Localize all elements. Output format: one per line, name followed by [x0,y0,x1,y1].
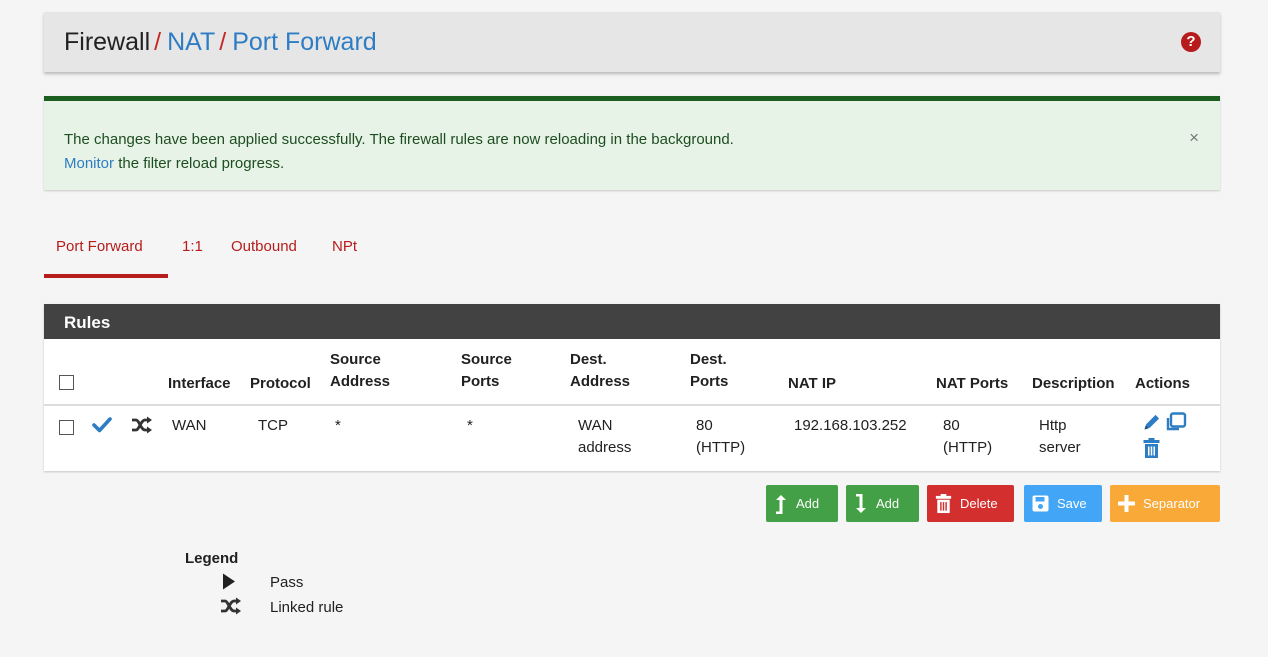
add-top-button[interactable]: Add [766,485,838,522]
col-actions: Actions [1135,375,1191,392]
col-source-address-line2: Address [330,373,391,390]
legend-pass-label: Pass [270,574,304,591]
play-icon [223,573,235,590]
help-icon[interactable]: ? [1181,32,1201,52]
save-button[interactable]: Save [1024,485,1102,522]
cell-description: Http server [1039,415,1081,459]
cell-description-line2: server [1039,439,1081,456]
table-header-divider [44,404,1220,406]
delete-button[interactable]: Delete [927,485,1014,522]
plus-icon [1118,495,1135,512]
col-source-ports: Source Ports [461,349,512,393]
cell-source-address: * [335,417,341,434]
tab-npt[interactable]: NPt [332,238,357,255]
cell-nat-ports-line1: 80 [943,417,960,434]
shuffle-icon [132,416,152,434]
tab-port-forward[interactable]: Port Forward [56,238,143,255]
trash-icon[interactable] [1143,438,1160,459]
row-select-checkbox[interactable] [59,420,74,435]
save-label: Save [1057,496,1087,511]
add-bottom-label: Add [876,496,900,511]
checkmark-icon[interactable] [92,416,112,434]
col-interface: Interface [168,375,231,392]
alert-message: The changes have been applied successful… [64,128,734,176]
shuffle-icon [221,597,241,615]
alert-line-2-text: the filter reload progress. [114,155,285,172]
cell-nat-ip: 192.168.103.252 [794,417,907,434]
col-dest-ports: Dest. Ports [690,349,728,393]
cell-nat-ports: 80 (HTTP) [943,415,992,459]
tab-outbound[interactable]: Outbound [231,238,297,255]
legend-title: Legend [185,550,239,567]
col-nat-ip: NAT IP [788,375,837,392]
col-dest-address-line2: Address [570,373,631,390]
select-all-checkbox[interactable] [59,375,74,390]
delete-label: Delete [960,496,998,511]
trash-icon [935,493,952,513]
copy-icon[interactable] [1165,412,1187,432]
rules-panel-title: Rules [44,304,1220,339]
cell-dest-ports: 80 (HTTP) [696,415,745,459]
breadcrumb-port-forward-link[interactable]: Port Forward [232,28,376,56]
edit-pencil-icon[interactable] [1142,412,1162,432]
breadcrumb-separator: / [219,28,227,56]
col-nat-ports: NAT Ports [936,375,1009,392]
breadcrumb-separator: / [154,28,162,56]
alert-line-1: The changes have been applied successful… [64,131,734,148]
cell-protocol: TCP [258,417,288,434]
arrow-up-icon [776,494,786,514]
col-protocol: Protocol [250,375,311,392]
cell-nat-ports-line2: (HTTP) [943,439,993,456]
breadcrumb: Firewall / NAT / Port Forward [64,27,377,57]
tab-one-to-one[interactable]: 1:1 [182,238,203,255]
floppy-disk-icon [1032,495,1049,512]
col-dest-address: Dest. Address [570,349,630,393]
cell-dest-address-line1: WAN [578,417,613,434]
separator-button[interactable]: Separator [1110,485,1220,522]
col-dest-address-line1: Dest. [570,351,607,368]
alert-line-2: Monitor the filter reload progress. [64,152,734,176]
col-dest-ports-line1: Dest. [690,351,727,368]
cell-dest-ports-line1: 80 [696,417,713,434]
cell-dest-address-line2: address [578,439,632,456]
success-alert: The changes have been applied successful… [44,96,1220,190]
breadcrumb-nat-link[interactable]: NAT [167,28,215,56]
cell-dest-address: WAN address [578,415,631,459]
col-source-address-line1: Source [330,351,381,368]
separator-label: Separator [1143,496,1201,511]
arrow-down-icon [856,493,866,513]
col-source-address: Source Address [330,349,390,393]
cell-dest-ports-line2: (HTTP) [696,439,746,456]
monitor-link[interactable]: Monitor [64,155,114,172]
breadcrumb-firewall: Firewall [64,28,151,56]
page-header: Firewall / NAT / Port Forward ? [44,12,1220,72]
legend-linked-rule-label: Linked rule [270,599,344,616]
close-icon[interactable]: × [1189,128,1199,148]
cell-description-line1: Http [1039,417,1067,434]
cell-source-ports: * [467,417,473,434]
add-bottom-button[interactable]: Add [846,485,919,522]
col-source-ports-line2: Ports [461,373,500,390]
add-top-label: Add [796,496,820,511]
col-dest-ports-line2: Ports [690,373,729,390]
active-tab-indicator [44,274,168,278]
rules-panel: Rules Interface Protocol Source Address … [44,304,1220,471]
cell-interface: WAN [172,417,207,434]
col-source-ports-line1: Source [461,351,512,368]
col-description: Description [1032,375,1115,392]
